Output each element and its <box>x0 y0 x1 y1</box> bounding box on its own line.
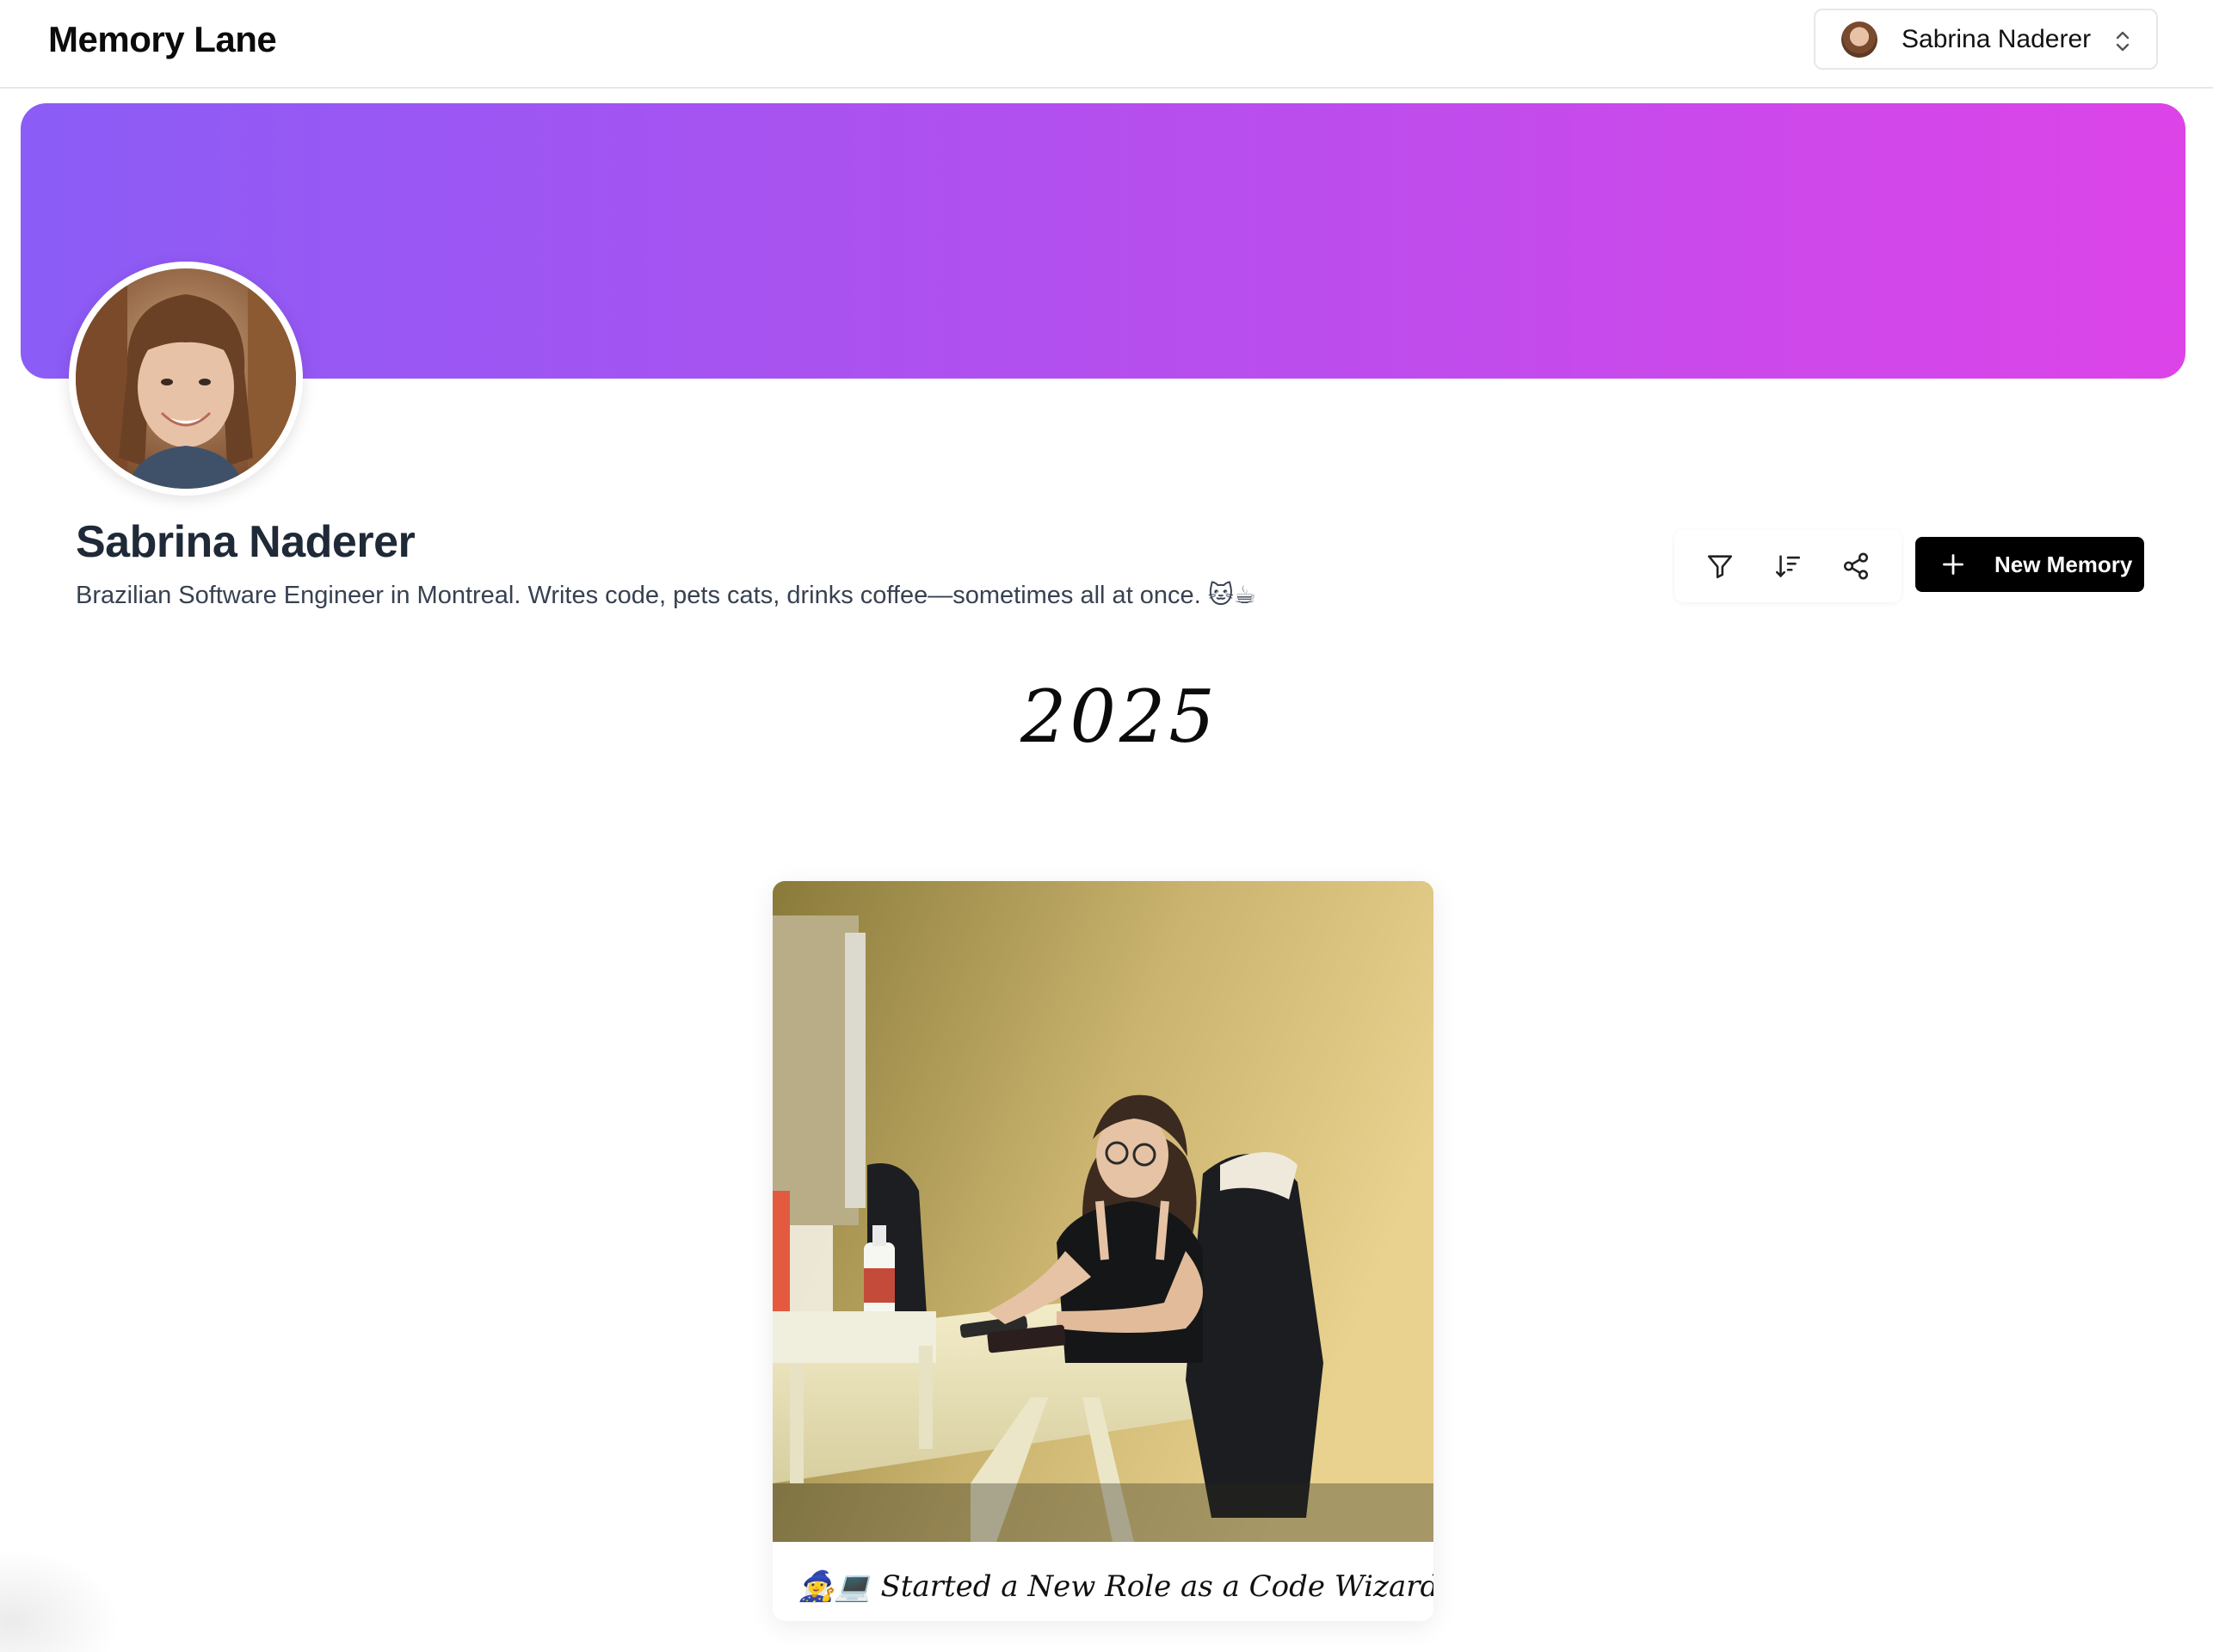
user-switcher[interactable]: Sabrina Naderer <box>1814 9 2158 70</box>
sort-icon <box>1775 555 1801 578</box>
profile-bio: Brazilian Software Engineer in Montreal.… <box>76 582 1257 609</box>
memory-caption[interactable]: 🧙‍♀️💻 Started a New Role as a Code Wizar… <box>798 1569 1433 1604</box>
profile-photo <box>76 268 296 489</box>
chevron-up-down-icon <box>2116 31 2130 52</box>
filter-button[interactable] <box>1694 540 1746 592</box>
top-bar: Memory Lane Sabrina Naderer <box>0 0 2213 89</box>
filter-icon <box>1708 555 1733 579</box>
new-memory-button[interactable]: New Memory <box>1915 537 2144 592</box>
memory-photo[interactable] <box>773 881 1433 1542</box>
profile-avatar <box>69 262 303 496</box>
user-avatar <box>1841 21 1877 58</box>
floating-widget-shadow <box>0 1549 120 1652</box>
new-memory-label: New Memory <box>1994 551 2133 577</box>
share-button[interactable] <box>1830 540 1882 592</box>
share-icon <box>1843 552 1868 580</box>
sort-button[interactable] <box>1762 540 1814 592</box>
memory-card[interactable]: 🧙‍♀️💻 Started a New Role as a Code Wizar… <box>773 881 1433 1621</box>
app-title[interactable]: Memory Lane <box>48 19 277 60</box>
user-switcher-name: Sabrina Naderer <box>1902 24 2092 53</box>
profile-banner <box>21 103 2185 379</box>
timeline-toolbar <box>1674 530 1902 602</box>
profile-name: Sabrina Naderer <box>76 517 416 567</box>
timeline-year-heading: 2025 <box>1020 675 1218 759</box>
plus-icon <box>1943 554 1963 575</box>
